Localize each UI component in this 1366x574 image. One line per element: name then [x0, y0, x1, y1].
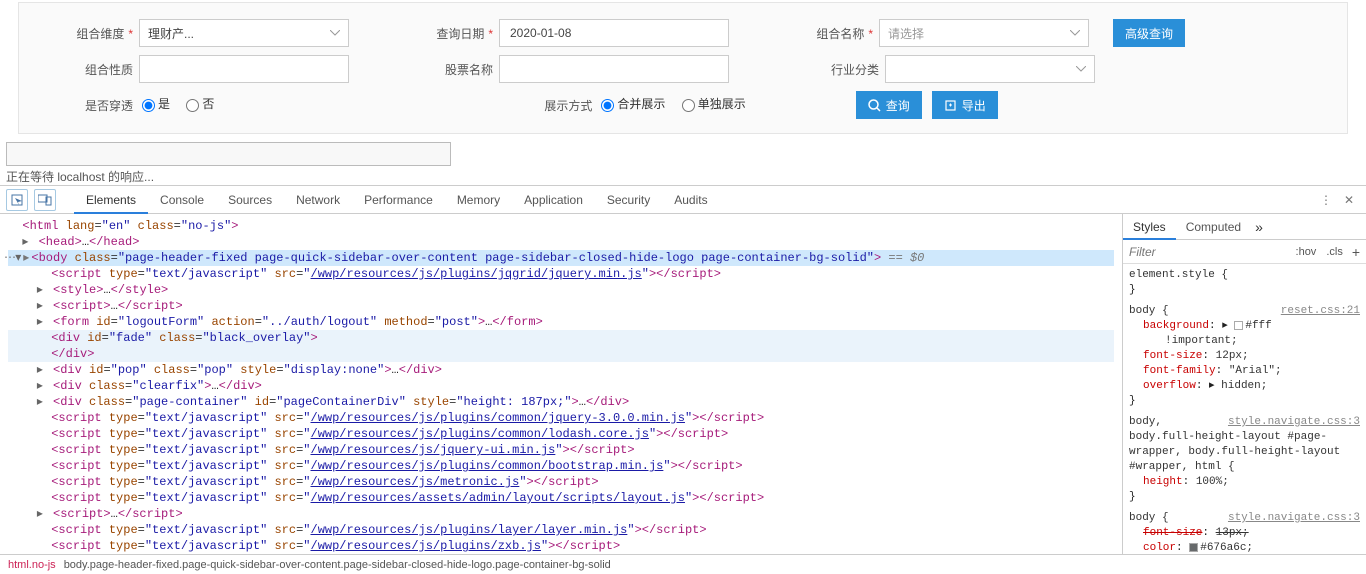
status-bar: 正在等待 localhost 的响应...	[0, 140, 1366, 185]
elements-tree[interactable]: <html lang="en" class="no-js"> ▸ <head>……	[0, 214, 1122, 554]
industry-label: 行业分类	[769, 61, 885, 78]
breadcrumb[interactable]: html.no-js body.page-header-fixed.page-q…	[0, 554, 1366, 574]
date-label: 查询日期*	[389, 25, 499, 42]
devtools-tabs: Elements Console Sources Network Perform…	[74, 186, 720, 214]
search-button[interactable]: 查询	[856, 91, 922, 119]
devtools-panel: Elements Console Sources Network Perform…	[0, 185, 1366, 574]
hov-toggle[interactable]: :hov	[1291, 246, 1322, 258]
styles-sidebar: Styles Computed » :hov .cls + element.st…	[1122, 214, 1366, 554]
device-icon[interactable]	[34, 189, 56, 211]
dimension-select[interactable]: 理财产...	[139, 19, 349, 47]
cls-toggle[interactable]: .cls	[1321, 246, 1348, 258]
side-tab-styles[interactable]: Styles	[1123, 214, 1176, 240]
tab-network[interactable]: Network	[284, 186, 352, 214]
display-label: 展示方式	[544, 97, 598, 114]
styles-filter-input[interactable]	[1125, 241, 1291, 263]
through-radio-group: 是 否	[139, 95, 224, 115]
through-label: 是否穿透	[29, 97, 139, 114]
devtools-close-icon[interactable]: ✕	[1344, 193, 1354, 207]
name-label: 组合名称*	[769, 25, 879, 42]
export-button[interactable]: 导出	[932, 91, 998, 119]
chevron-down-icon	[330, 30, 340, 36]
date-field[interactable]	[508, 21, 720, 45]
advanced-search-button[interactable]: 高级查询	[1113, 19, 1185, 47]
devtools-menu-icon[interactable]: ⋮	[1320, 193, 1332, 207]
through-yes[interactable]: 是	[139, 95, 170, 112]
crumb-html[interactable]: html.no-js	[8, 559, 56, 571]
industry-select[interactable]	[885, 55, 1095, 83]
stock-input[interactable]	[499, 55, 729, 83]
export-icon	[944, 99, 957, 112]
search-form: 组合维度* 理财产... 查询日期* 组合名称* 请选择 高级查询	[18, 2, 1348, 134]
display-single[interactable]: 单独展示	[679, 95, 746, 112]
side-tabs-more-icon[interactable]: »	[1255, 219, 1263, 235]
nature-input[interactable]	[139, 55, 349, 83]
devtools-toolbar: Elements Console Sources Network Perform…	[0, 186, 1366, 214]
display-merge[interactable]: 合并展示	[598, 95, 665, 112]
status-text: 正在等待 localhost 的响应...	[6, 170, 154, 184]
new-style-icon[interactable]: +	[1348, 244, 1364, 260]
tab-console[interactable]: Console	[148, 186, 216, 214]
dimension-label: 组合维度*	[29, 25, 139, 42]
tab-performance[interactable]: Performance	[352, 186, 445, 214]
inspect-icon[interactable]	[6, 189, 28, 211]
selected-body-element[interactable]: ▾ <body class="page-header-fixed page-qu…	[8, 250, 1114, 266]
through-no[interactable]: 否	[183, 95, 214, 112]
side-tab-computed[interactable]: Computed	[1176, 214, 1251, 240]
name-select[interactable]: 请选择	[879, 19, 1089, 47]
tab-sources[interactable]: Sources	[216, 186, 284, 214]
tab-memory[interactable]: Memory	[445, 186, 512, 214]
chevron-down-icon	[1076, 66, 1086, 72]
crumb-body[interactable]: body.page-header-fixed.page-quick-sideba…	[64, 559, 611, 571]
stock-label: 股票名称	[389, 61, 499, 78]
nature-label: 组合性质	[29, 61, 139, 78]
status-input-box	[6, 142, 451, 166]
tab-application[interactable]: Application	[512, 186, 595, 214]
chevron-down-icon	[1070, 30, 1080, 36]
date-input[interactable]	[499, 19, 729, 47]
tab-elements[interactable]: Elements	[74, 186, 148, 214]
search-icon	[868, 99, 881, 112]
display-radio-group: 合并展示 单独展示	[598, 95, 755, 115]
tab-security[interactable]: Security	[595, 186, 662, 214]
tab-audits[interactable]: Audits	[662, 186, 719, 214]
